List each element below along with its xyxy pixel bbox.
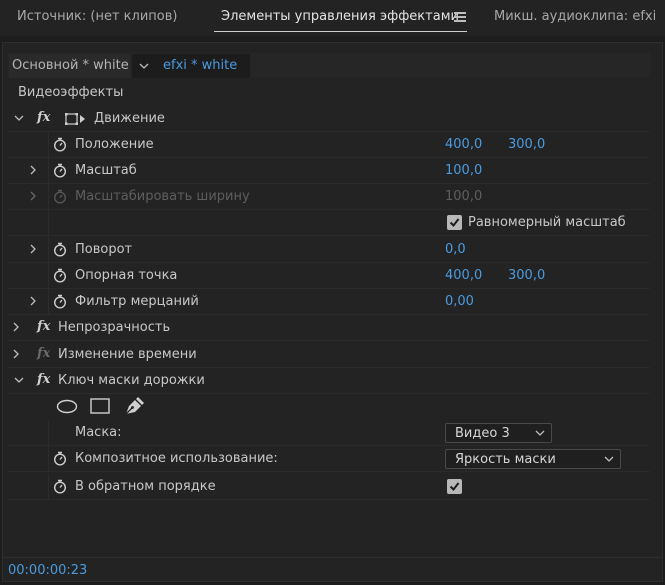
checkmark-icon — [449, 482, 460, 492]
uniform-scale-checkbox[interactable] — [447, 215, 462, 230]
effect-title: Изменение времени — [58, 347, 197, 362]
property-label: Опорная точка — [75, 268, 178, 283]
reverse-checkbox[interactable] — [447, 479, 462, 494]
flicker-filter-row: Фильтр мерцаний 0,00 — [8, 289, 650, 315]
current-timecode[interactable]: 00:00:00:23 — [8, 563, 87, 578]
composite-dropdown-value: Яркость маски — [455, 452, 556, 467]
stopwatch-icon[interactable] — [53, 137, 67, 152]
rotation-row: Поворот 0,0 — [8, 237, 650, 263]
chevron-right-icon[interactable] — [11, 322, 21, 332]
rectangle-mask-icon[interactable] — [90, 398, 110, 415]
fx-icon[interactable]: fx — [37, 319, 50, 334]
matte-dropdown[interactable]: Видео 3 — [445, 423, 552, 443]
effect-title: Движение — [94, 111, 165, 126]
sequence-clip-label: efxi * white — [163, 58, 238, 73]
stopwatch-icon[interactable] — [53, 163, 67, 178]
matte-row: Маска: Видео 3 — [8, 420, 650, 446]
tab-audio-clip-mixer[interactable]: Микш. аудиоклипа: efxi — [494, 9, 656, 24]
property-label: Масштабировать ширину — [75, 189, 250, 204]
scale-width-value: 100,0 — [445, 189, 483, 204]
active-tab-underline — [214, 31, 467, 32]
chevron-right-icon[interactable] — [11, 349, 21, 359]
tab-effect-controls[interactable]: Элементы управления эффектами — [221, 9, 459, 24]
effect-title: Непрозрачность — [58, 320, 171, 335]
composite-dropdown[interactable]: Яркость маски — [445, 449, 621, 469]
reverse-label: В обратном порядке — [75, 479, 216, 494]
checkmark-icon — [449, 218, 460, 228]
chevron-down-icon[interactable] — [14, 113, 24, 123]
footer-divider — [2, 557, 663, 558]
pen-mask-icon[interactable] — [124, 397, 144, 416]
panel-tab-bar: Источник: (нет клипов) Элементы управлен… — [0, 0, 665, 36]
scale-row: Масштаб 100,0 — [8, 158, 650, 184]
chevron-right-icon[interactable] — [28, 244, 38, 254]
flicker-value[interactable]: 0,00 — [445, 294, 474, 309]
stopwatch-icon[interactable] — [53, 268, 67, 283]
ellipse-mask-icon[interactable] — [56, 399, 78, 414]
matte-label: Маска: — [75, 425, 122, 440]
stopwatch-icon[interactable] — [53, 451, 67, 466]
chevron-right-icon[interactable] — [28, 296, 38, 306]
tab-source[interactable]: Источник: (нет клипов) — [17, 9, 177, 24]
chevron-right-icon[interactable] — [28, 191, 38, 201]
master-clip-tab[interactable]: Основной * white — [9, 54, 130, 78]
composite-label: Композитное использование: — [75, 451, 278, 466]
property-label: Положение — [75, 137, 154, 152]
stopwatch-icon — [53, 189, 67, 204]
sequence-clip-tab[interactable]: efxi * white — [132, 54, 250, 78]
matte-dropdown-value: Видео 3 — [455, 426, 510, 441]
anchor-x-value[interactable]: 400,0 — [445, 268, 482, 283]
chevron-down-icon — [604, 456, 614, 462]
mask-tools-row — [8, 394, 650, 420]
property-label: Фильтр мерцаний — [75, 294, 199, 309]
chevron-down-icon — [139, 63, 149, 69]
fx-icon[interactable]: fx — [37, 110, 50, 125]
stopwatch-icon[interactable] — [53, 294, 67, 309]
property-label: Поворот — [75, 242, 133, 257]
effect-opacity-row[interactable]: fx Непрозрачность — [8, 315, 650, 341]
anchor-point-row: Опорная точка 400,0 300,0 — [8, 263, 650, 289]
effect-time-remap-row[interactable]: fx Изменение времени — [8, 342, 650, 368]
fx-icon: fx — [37, 346, 51, 361]
scale-value[interactable]: 100,0 — [445, 163, 482, 178]
effect-track-matte-row[interactable]: fx Ключ маски дорожки — [8, 368, 650, 394]
position-y-value[interactable]: 300,0 — [508, 137, 545, 152]
stopwatch-icon[interactable] — [53, 242, 67, 257]
position-x-value[interactable]: 400,0 — [445, 137, 482, 152]
uniform-scale-row: Равномерный масштаб — [8, 210, 650, 236]
transform-box-icon[interactable] — [65, 112, 87, 126]
effect-motion-row[interactable]: fx Движение — [8, 106, 650, 132]
composite-row: Композитное использование: Яркость маски — [8, 446, 650, 472]
stopwatch-icon[interactable] — [53, 479, 67, 494]
position-row: Положение 400,0 300,0 — [8, 132, 650, 158]
panel-menu-icon[interactable] — [454, 12, 466, 22]
chevron-down-icon — [535, 430, 545, 436]
rotation-value[interactable]: 0,0 — [445, 242, 466, 257]
effect-title: Ключ маски дорожки — [58, 373, 205, 388]
uniform-scale-label: Равномерный масштаб — [468, 215, 626, 230]
property-label: Масштаб — [75, 163, 137, 178]
video-effects-heading: Видеоэффекты — [18, 85, 124, 100]
chevron-right-icon[interactable] — [28, 165, 38, 175]
chevron-down-icon[interactable] — [14, 375, 24, 385]
anchor-y-value[interactable]: 300,0 — [508, 268, 545, 283]
master-clip-label: Основной * white — [12, 58, 129, 73]
scale-width-row: Масштабировать ширину 100,0 — [8, 184, 650, 210]
reverse-row: В обратном порядке — [8, 474, 650, 500]
fx-icon[interactable]: fx — [37, 372, 50, 387]
